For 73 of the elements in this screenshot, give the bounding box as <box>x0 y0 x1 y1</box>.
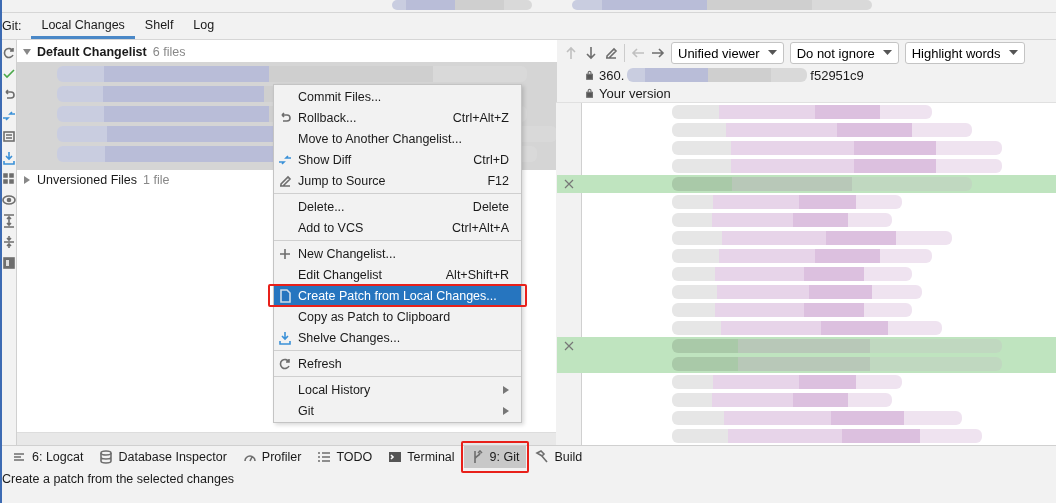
tool-window-tab[interactable]: Profiler <box>235 446 309 468</box>
document-icon <box>278 288 292 303</box>
eye-icon <box>2 193 16 207</box>
tool-window-tab[interactable]: Build <box>528 446 590 468</box>
pencil-icon <box>604 46 618 61</box>
check-icon <box>2 67 16 81</box>
changelist-name: Unversioned Files <box>37 173 138 187</box>
comment-icon <box>2 130 16 144</box>
file-count: 6 files <box>152 45 186 59</box>
lines-icon <box>13 450 27 464</box>
diff-icon <box>278 152 292 167</box>
menu-item[interactable]: Edit Changelist Alt+Shift+R <box>274 264 521 285</box>
panel-tab[interactable]: Shelf <box>134 13 184 39</box>
tool-window-tab[interactable]: TODO <box>310 446 380 468</box>
collapse-icon <box>2 235 16 249</box>
pencil-icon <box>278 173 292 188</box>
caret-icon <box>1008 50 1018 57</box>
diff-icon <box>2 109 16 123</box>
viewer-dropdown[interactable]: Unified viewer <box>671 42 784 65</box>
terminal-icon <box>388 450 403 464</box>
lock-icon <box>586 86 596 101</box>
close-icon[interactable] <box>564 341 574 351</box>
horizontal-scrollbar[interactable] <box>17 432 557 445</box>
menu-item[interactable]: Jump to Source F12 <box>274 170 521 191</box>
shelve-icon <box>278 330 292 345</box>
refresh-icon <box>278 356 292 371</box>
menu-item[interactable]: Add to VCS Ctrl+Alt+A <box>274 217 521 238</box>
menu-item[interactable]: Local History <box>274 379 521 400</box>
panel-label: Git: <box>2 18 23 35</box>
panel-tab[interactable]: Log <box>183 13 225 39</box>
tool-window-tab[interactable]: 9: Git <box>463 446 527 468</box>
tool-window-tab[interactable]: Database Inspector <box>92 446 234 468</box>
menu-item[interactable]: Commit Files... <box>274 86 521 107</box>
arrow-down-icon <box>584 46 598 61</box>
submenu-arrow-icon <box>503 406 509 415</box>
menu-item[interactable]: Move to Another Changelist... <box>274 128 521 149</box>
menu-item[interactable]: Copy as Patch to Clipboard <box>274 306 521 327</box>
changelist-name: Default Changelist <box>37 45 147 59</box>
viewer-dropdown[interactable]: Do not ignore <box>789 42 899 65</box>
caret-icon <box>767 50 777 57</box>
tree-node[interactable]: Default Changelist 6 files <box>17 42 557 62</box>
version-label: Your version <box>599 85 671 101</box>
menu-item[interactable]: Delete... Delete <box>274 196 521 217</box>
download-icon <box>2 151 16 165</box>
revision-hash: 360. <box>599 67 625 83</box>
expand-icon <box>2 214 16 228</box>
plus-icon <box>278 246 292 261</box>
undo-icon <box>2 88 16 102</box>
submenu-arrow-icon <box>503 385 509 394</box>
menu-item[interactable]: Refresh <box>274 353 521 374</box>
hammer-icon <box>535 450 550 464</box>
menu-item[interactable]: New Changelist... <box>274 243 521 264</box>
refresh-icon <box>2 46 16 60</box>
tool-window-tab[interactable]: 6: Logcat <box>6 446 91 468</box>
database-icon <box>99 450 114 464</box>
caret-icon <box>882 50 892 57</box>
menu-item[interactable]: Rollback... Ctrl+Alt+Z <box>274 107 521 128</box>
list-icon <box>317 450 332 464</box>
viewer-dropdown[interactable]: Highlight words <box>904 42 1025 65</box>
tool-window-tab[interactable]: Terminal <box>381 446 462 468</box>
close-icon[interactable] <box>564 179 574 189</box>
panel-icon <box>2 256 16 270</box>
status-message: Create a patch from the selected changes <box>2 472 235 486</box>
undo-icon <box>278 110 292 125</box>
file-count: 1 file <box>143 173 170 187</box>
menu-item[interactable]: Git <box>274 400 521 421</box>
lock-icon <box>586 68 596 83</box>
revision-hash: f52951c9 <box>810 67 864 83</box>
highlight-frame <box>460 441 530 473</box>
menu-item[interactable]: Shelve Changes... <box>274 327 521 348</box>
grid-icon <box>2 172 16 186</box>
arrow-up-icon <box>564 46 578 61</box>
menu-item[interactable]: Show Diff Ctrl+D <box>274 149 521 170</box>
